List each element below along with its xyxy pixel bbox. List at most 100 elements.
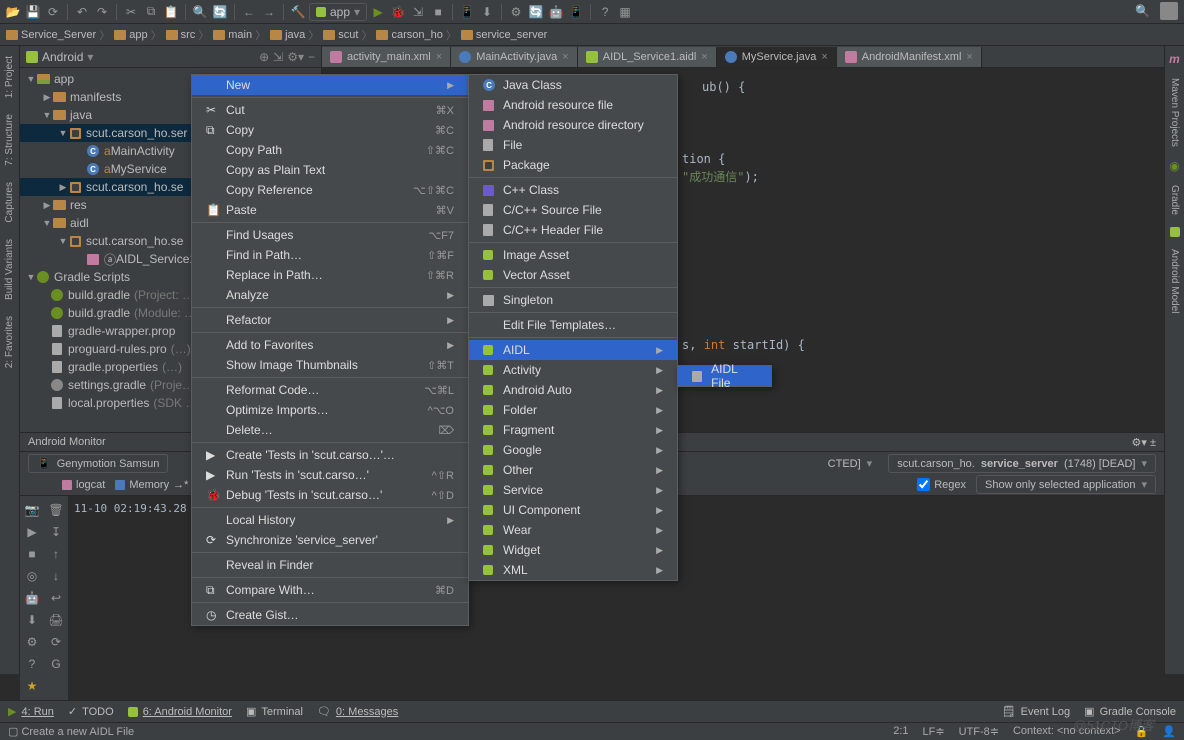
cm1-item-7[interactable]: 📋Paste⌘V <box>192 200 468 220</box>
am-filter-combo[interactable]: Show only selected application▾ <box>976 475 1156 494</box>
device-icon[interactable]: 📱 <box>567 3 585 21</box>
cm2-item-8[interactable]: C/C++ Header File <box>469 220 677 240</box>
forward-icon[interactable]: → <box>260 3 278 21</box>
cm2-item-3[interactable]: File <box>469 135 677 155</box>
rail-gradle[interactable]: Gradle <box>1169 181 1180 219</box>
editor-tab-2[interactable]: AIDL_Service1.aidl× <box>578 47 717 67</box>
cm1-item-11[interactable]: Replace in Path…⇧⌘R <box>192 265 468 285</box>
am-android-icon[interactable]: 🤖 <box>24 590 40 606</box>
bb-terminal[interactable]: ▣ Terminal <box>246 705 303 718</box>
cm2-item-0[interactable]: Java Class <box>469 75 677 95</box>
save-icon[interactable]: 💾 <box>24 3 42 21</box>
am-device-combo[interactable]: 📱 Genymotion Samsun <box>28 454 168 473</box>
am-regex-check[interactable]: Regex <box>917 478 966 491</box>
cm1-item-9[interactable]: Find Usages⌥F7 <box>192 225 468 245</box>
cm1-item-10[interactable]: Find in Path…⇧⌘F <box>192 245 468 265</box>
paste-icon[interactable]: 📋 <box>162 3 180 21</box>
am-process-combo[interactable]: scut.carson_ho.service_server (1748) [DE… <box>888 454 1156 473</box>
cm1-item-32[interactable]: ⧉Compare With…⌘D <box>192 580 468 600</box>
cm2-item-23[interactable]: Other▶ <box>469 460 677 480</box>
am-wrap-icon[interactable]: ↩ <box>48 590 64 606</box>
am-camera-icon[interactable]: 📷 <box>24 502 40 518</box>
am-help-icon[interactable]: ? <box>24 656 40 672</box>
bb-event-log[interactable]: 🗒 Event Log <box>1002 705 1071 718</box>
bb-run[interactable]: ▶4: Run <box>8 705 54 718</box>
am-tab-logcat[interactable]: logcat <box>62 479 105 491</box>
cm2-item-2[interactable]: Android resource directory <box>469 115 677 135</box>
am-radio-icon[interactable]: ◎ <box>24 568 40 584</box>
hide-icon[interactable]: − <box>308 50 315 64</box>
layout-icon[interactable]: ▦ <box>616 3 634 21</box>
replace-icon[interactable]: 🔄 <box>211 3 229 21</box>
crumb-7[interactable]: service_server <box>461 29 548 41</box>
am-star-icon[interactable]: ★ <box>24 678 40 694</box>
crumb-0[interactable]: Service_Server〉 <box>6 27 110 43</box>
rail-project[interactable]: 1: Project <box>4 52 15 102</box>
avatar[interactable] <box>1160 2 1178 20</box>
cm1-item-14[interactable]: Refactor▶ <box>192 310 468 330</box>
search-everywhere-icon[interactable]: 🔍 <box>1135 4 1150 18</box>
find-icon[interactable]: 🔍 <box>191 3 209 21</box>
rail-maven[interactable]: Maven Projects <box>1169 74 1180 151</box>
cm1-item-34[interactable]: ◷Create Gist… <box>192 605 468 625</box>
am-stop-icon[interactable]: ■ <box>24 546 40 562</box>
close-tab-icon[interactable]: × <box>966 51 972 63</box>
help-icon[interactable]: ? <box>596 3 614 21</box>
sdk-icon[interactable]: ⬇ <box>478 3 496 21</box>
redo-icon[interactable]: ↷ <box>93 3 111 21</box>
cm2-item-20[interactable]: Folder▶ <box>469 400 677 420</box>
cm-aidl-file[interactable]: AIDL File <box>678 366 771 386</box>
cut-icon[interactable]: ✂ <box>122 3 140 21</box>
sync-gradle-icon[interactable]: 🔄 <box>527 3 545 21</box>
cm2-item-27[interactable]: Widget▶ <box>469 540 677 560</box>
editor-tab-1[interactable]: MainActivity.java× <box>451 47 578 67</box>
editor-tab-4[interactable]: AndroidManifest.xml× <box>837 47 982 67</box>
cm2-item-28[interactable]: XML▶ <box>469 560 677 580</box>
cm1-item-2[interactable]: ✂Cut⌘X <box>192 100 468 120</box>
close-tab-icon[interactable]: × <box>701 51 707 63</box>
cm1-item-0[interactable]: New▶ <box>192 75 468 95</box>
status-le[interactable]: LF≑ <box>923 725 945 738</box>
collapse-icon[interactable]: ⇲ <box>273 50 283 64</box>
close-tab-icon[interactable]: × <box>821 51 827 63</box>
editor-tab-0[interactable]: activity_main.xml× <box>322 47 451 67</box>
debug-icon[interactable]: 🐞 <box>389 3 407 21</box>
cm1-item-28[interactable]: ⟳Synchronize 'service_server' <box>192 530 468 550</box>
am-scroll-icon[interactable]: ↧ <box>48 524 64 540</box>
cm1-item-21[interactable]: Delete…⌦ <box>192 420 468 440</box>
close-tab-icon[interactable]: × <box>436 51 442 63</box>
cm2-item-11[interactable]: Vector Asset <box>469 265 677 285</box>
rail-captures[interactable]: Captures <box>4 178 15 227</box>
cm2-item-25[interactable]: UI Component▶ <box>469 500 677 520</box>
rail-favorites[interactable]: 2: Favorites <box>4 312 15 372</box>
cm2-item-21[interactable]: Fragment▶ <box>469 420 677 440</box>
context-menu-new[interactable]: Java ClassAndroid resource fileAndroid r… <box>468 74 678 581</box>
am-g-icon[interactable]: G <box>48 656 64 672</box>
cm1-item-16[interactable]: Add to Favorites▶ <box>192 335 468 355</box>
am-dn-icon[interactable]: ↓ <box>48 568 64 584</box>
cm1-item-5[interactable]: Copy as Plain Text <box>192 160 468 180</box>
cm1-item-25[interactable]: 🐞Debug 'Tests in 'scut.carso…'^⇧D <box>192 485 468 505</box>
am-hide-icon[interactable]: ± <box>1150 437 1156 449</box>
cm2-item-26[interactable]: Wear▶ <box>469 520 677 540</box>
cm2-item-17[interactable]: AIDL▶ <box>469 340 677 360</box>
crumb-6[interactable]: carson_ho〉 <box>376 27 456 43</box>
run-icon[interactable]: ▶ <box>369 3 387 21</box>
cm2-item-22[interactable]: Google▶ <box>469 440 677 460</box>
cm1-item-20[interactable]: Optimize Imports…^⌥O <box>192 400 468 420</box>
panel-title[interactable]: Android <box>42 50 83 64</box>
am-settings-icon[interactable]: ⚙ <box>24 634 40 650</box>
bb-todo[interactable]: ✓ TODO <box>68 705 114 718</box>
bb-android-monitor[interactable]: 6: Android Monitor <box>128 705 232 718</box>
cm1-item-4[interactable]: Copy Path⇧⌘C <box>192 140 468 160</box>
attach-icon[interactable]: ⇲ <box>409 3 427 21</box>
avd-icon[interactable]: 📱 <box>458 3 476 21</box>
am-restart-icon[interactable]: ⟳ <box>48 634 64 650</box>
crumb-1[interactable]: app〉 <box>114 27 161 43</box>
am-down-icon[interactable]: ⬇ <box>24 612 40 628</box>
am-tab-memory[interactable]: Memory →* <box>115 479 188 491</box>
cm1-item-23[interactable]: ▶Create 'Tests in 'scut.carso…'… <box>192 445 468 465</box>
am-gear-icon[interactable]: ⚙▾ <box>1132 437 1147 449</box>
rail-android-model[interactable]: Android Model <box>1169 245 1180 317</box>
stop-icon[interactable]: ■ <box>429 3 447 21</box>
